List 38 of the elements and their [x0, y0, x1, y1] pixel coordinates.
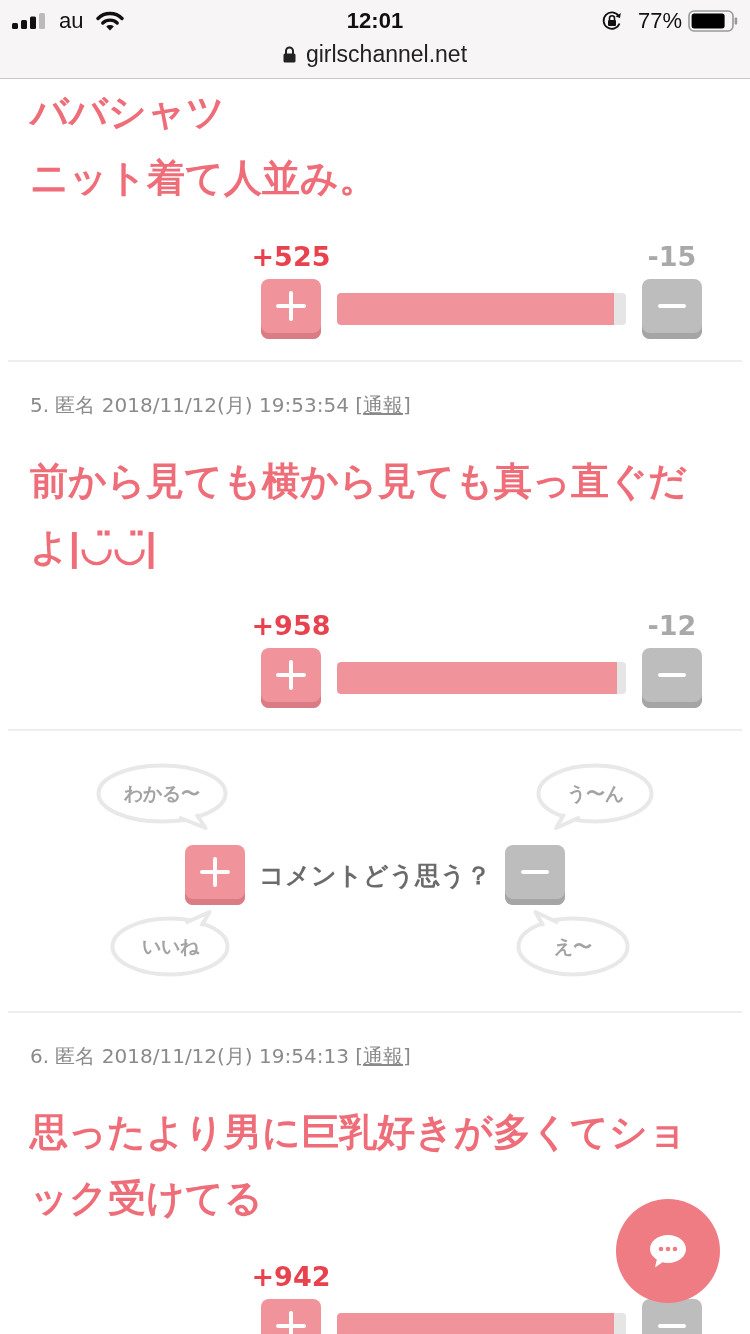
url-label[interactable]: girlschannel.net [305, 40, 468, 68]
battery-icon [688, 10, 738, 32]
plus-icon [276, 1311, 306, 1334]
minus-button[interactable] [642, 648, 702, 708]
minus-count: -12 [647, 610, 697, 642]
comment-text: ババシャツ [30, 90, 226, 135]
plus-icon [276, 660, 306, 690]
plus-button[interactable] [261, 648, 321, 708]
minus-icon [521, 870, 549, 874]
report-link[interactable]: 通報 [363, 393, 404, 417]
report-link[interactable]: 通報 [363, 1044, 404, 1068]
battery-percent: 77% [637, 8, 682, 34]
plus-count: +958 [251, 610, 331, 642]
plus-count: +525 [251, 241, 331, 273]
minus-button[interactable] [642, 279, 702, 339]
comment-text: ニット着て人並み。 [30, 156, 378, 201]
plus-button[interactable] [185, 845, 245, 905]
lock-icon [282, 45, 296, 63]
minus-icon [658, 304, 686, 308]
reaction-question: コメントどう思う？ [259, 860, 491, 890]
comment-text: 前から見ても横から見ても真っ直ぐだよ|◡̈◡̈| [30, 459, 688, 571]
minus-icon [658, 1324, 686, 1328]
wifi-icon [96, 11, 125, 31]
clock: 12:01 [346, 8, 404, 34]
carrier-label: au [59, 8, 84, 34]
plus-count: +942 [251, 1261, 331, 1293]
minus-count: -15 [647, 241, 697, 273]
comment-meta: 5. 匿名 2018/11/12(月) 19:53:54 [通報] [30, 393, 411, 417]
plus-icon [276, 291, 306, 321]
comment-text: 思ったより男に巨乳好きが多くてショック受けてる [30, 1110, 688, 1221]
minus-icon [658, 673, 686, 677]
plus-button[interactable] [261, 279, 321, 339]
minus-button[interactable] [505, 845, 565, 905]
comment-meta: 6. 匿名 2018/11/12(月) 19:54:13 [通報] [30, 1044, 411, 1068]
rotation-lock-icon [600, 10, 623, 32]
chat-bubble-icon [649, 1234, 687, 1268]
plus-icon [200, 857, 230, 887]
signal-icon [12, 13, 45, 29]
